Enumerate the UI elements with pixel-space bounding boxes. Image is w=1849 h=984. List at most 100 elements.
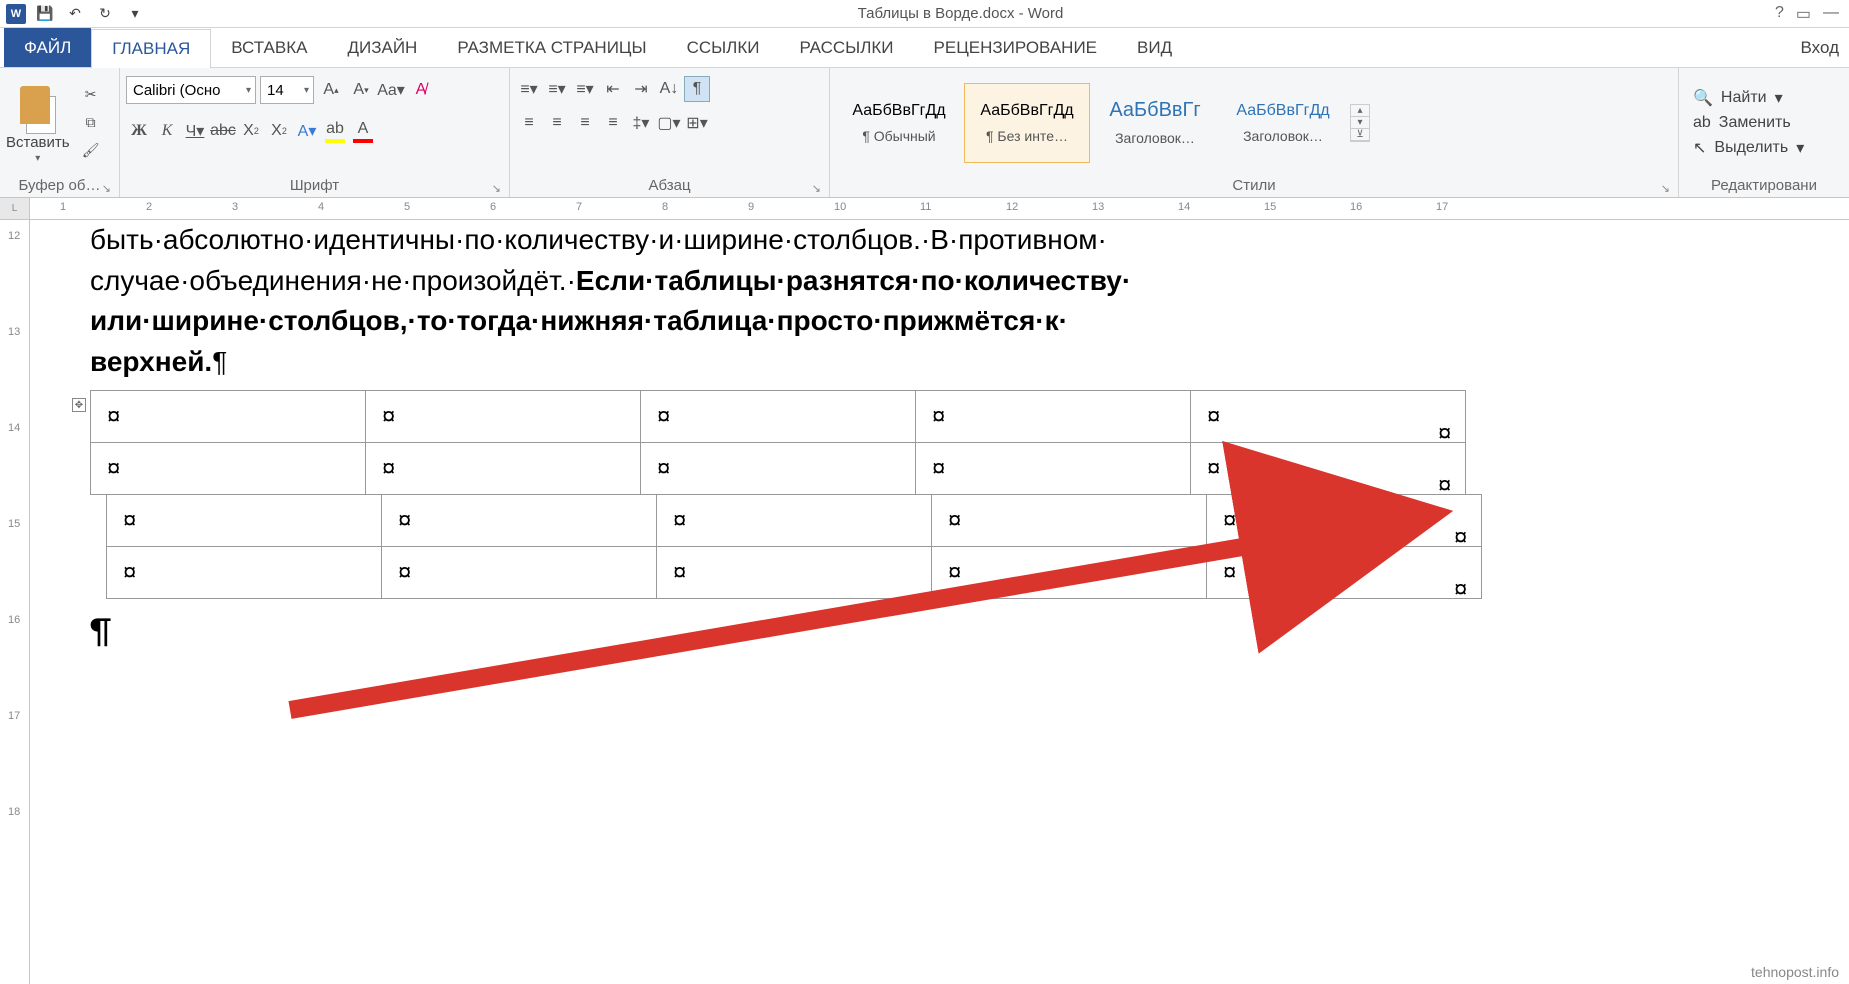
select-button[interactable]: ↖Выделить ▾	[1693, 138, 1804, 158]
group-styles: АаБбВвГгДд ¶ Обычный АаБбВвГгДд ¶ Без ин…	[830, 68, 1679, 197]
strikethrough-button[interactable]: abc	[210, 118, 236, 144]
table-cell[interactable]: ¤	[107, 547, 382, 599]
table-cell[interactable]: ¤	[916, 391, 1191, 443]
tab-page-layout[interactable]: РАЗМЕТКА СТРАНИЦЫ	[437, 28, 666, 67]
cut-icon[interactable]: ✂	[80, 84, 102, 106]
borders-icon[interactable]: ⊞▾	[684, 110, 710, 136]
table-2[interactable]: ¤ ¤ ¤ ¤ ¤ ¤ ¤ ¤ ¤ ¤	[106, 494, 1482, 599]
table-cell[interactable]: ¤	[366, 443, 641, 495]
styles-more-icon[interactable]: ⊻	[1351, 129, 1369, 141]
minimize-icon[interactable]: —	[1823, 4, 1839, 24]
tab-references[interactable]: ССЫЛКИ	[667, 28, 780, 67]
find-button[interactable]: 🔍Найти ▾	[1693, 88, 1804, 108]
table-cell[interactable]: ¤	[382, 547, 657, 599]
decrease-indent-icon[interactable]: ⇤	[600, 76, 626, 102]
format-painter-icon[interactable]: 🖌	[80, 140, 102, 162]
styles-down-icon[interactable]: ▾	[1351, 117, 1369, 129]
table-cell[interactable]: ¤	[657, 495, 932, 547]
align-center-icon[interactable]: ≡	[544, 110, 570, 136]
style-preview: АаБбВвГгДд	[1236, 102, 1329, 120]
document-area: 12131415161718 быть·абсолютно·идентичны·…	[0, 220, 1849, 984]
document-page[interactable]: быть·абсолютно·идентичны·по·количеству·и…	[30, 220, 1849, 984]
styles-scroll[interactable]: ▴ ▾ ⊻	[1350, 104, 1370, 142]
copy-icon[interactable]: ⧉	[80, 112, 102, 134]
tab-home[interactable]: ГЛАВНАЯ	[91, 29, 211, 68]
table-cell[interactable]: ¤	[1191, 391, 1466, 443]
style-heading2[interactable]: АаБбВвГгДд Заголовок…	[1220, 83, 1346, 163]
bold-button[interactable]: Ж	[126, 118, 152, 144]
style-normal[interactable]: АаБбВвГгДд ¶ Обычный	[836, 83, 962, 163]
redo-icon[interactable]: ↻	[94, 3, 116, 25]
sign-in-link[interactable]: Вход	[1801, 28, 1849, 67]
table-cell[interactable]: ¤	[641, 391, 916, 443]
style-preview: АаБбВвГгДд	[980, 102, 1073, 120]
tab-review[interactable]: РЕЦЕНЗИРОВАНИЕ	[914, 28, 1118, 67]
table-cell[interactable]: ¤	[366, 391, 641, 443]
grow-font-icon[interactable]: A▴	[318, 77, 344, 103]
tab-insert[interactable]: ВСТАВКА	[211, 28, 327, 67]
numbering-icon[interactable]: ≡▾	[544, 76, 570, 102]
clear-formatting-icon[interactable]: A̸	[408, 77, 434, 103]
subscript-button[interactable]: X2	[238, 118, 264, 144]
style-heading1[interactable]: АаБбВвГг Заголовок…	[1092, 83, 1218, 163]
help-icon[interactable]: ?	[1775, 4, 1784, 24]
text-effects-icon[interactable]: A▾	[294, 118, 320, 144]
table-cell[interactable]: ¤	[657, 547, 932, 599]
save-icon[interactable]: 💾	[34, 3, 56, 25]
ribbon-display-icon[interactable]: ▭	[1796, 4, 1811, 24]
align-right-icon[interactable]: ≡	[572, 110, 598, 136]
table-cell[interactable]: ¤	[1207, 547, 1482, 599]
watermark: tehnopost.info	[1751, 964, 1839, 980]
shading-icon[interactable]: ▢▾	[656, 110, 682, 136]
horizontal-ruler[interactable]: L 1234567891011121314151617	[0, 198, 1849, 220]
doc-paragraph: быть·абсолютно·идентичны·по·количеству·и…	[90, 220, 1789, 382]
styles-up-icon[interactable]: ▴	[1351, 105, 1369, 117]
highlight-color-icon[interactable]: ab	[322, 118, 348, 144]
shrink-font-icon[interactable]: A▾	[348, 77, 374, 103]
table-cell[interactable]: ¤	[1191, 443, 1466, 495]
tab-view[interactable]: ВИД	[1117, 28, 1192, 67]
font-launcher-icon[interactable]: ↘	[492, 182, 501, 195]
tab-file[interactable]: ФАЙЛ	[4, 28, 91, 67]
superscript-button[interactable]: X2	[266, 118, 292, 144]
table-cell[interactable]: ¤	[641, 443, 916, 495]
justify-icon[interactable]: ≡	[600, 110, 626, 136]
replace-button[interactable]: abЗаменить	[1693, 114, 1804, 132]
table-1[interactable]: ¤ ¤ ¤ ¤ ¤ ¤ ¤ ¤ ¤ ¤	[90, 390, 1466, 495]
table-cell[interactable]: ¤	[91, 443, 366, 495]
sort-icon[interactable]: A↓	[656, 76, 682, 102]
table-cell[interactable]: ¤	[91, 391, 366, 443]
table-cell[interactable]: ¤	[107, 495, 382, 547]
change-case-icon[interactable]: Aa▾	[378, 77, 404, 103]
table-cell[interactable]: ¤	[1207, 495, 1482, 547]
underline-button[interactable]: Ч▾	[182, 118, 208, 144]
table-cell[interactable]: ¤	[382, 495, 657, 547]
font-name-combo[interactable]: Calibri (Осно	[126, 76, 256, 104]
vertical-ruler[interactable]: 12131415161718	[0, 220, 30, 984]
clipboard-launcher-icon[interactable]: ↘	[102, 182, 111, 195]
line-spacing-icon[interactable]: ‡▾	[628, 110, 654, 136]
qat-customize-icon[interactable]: ▾	[124, 3, 146, 25]
tab-mailings[interactable]: РАССЫЛКИ	[779, 28, 913, 67]
paste-button[interactable]: Вставить ▾	[6, 82, 70, 164]
bullets-icon[interactable]: ≡▾	[516, 76, 542, 102]
increase-indent-icon[interactable]: ⇥	[628, 76, 654, 102]
table-cell[interactable]: ¤	[932, 495, 1207, 547]
align-left-icon[interactable]: ≡	[516, 110, 542, 136]
undo-icon[interactable]: ↶	[64, 3, 86, 25]
table-cell[interactable]: ¤	[932, 547, 1207, 599]
multilevel-list-icon[interactable]: ≡▾	[572, 76, 598, 102]
styles-launcher-icon[interactable]: ↘	[1661, 182, 1670, 195]
italic-button[interactable]: К	[154, 118, 180, 144]
title-bar: W 💾 ↶ ↻ ▾ Таблицы в Ворде.docx - Word ? …	[0, 0, 1849, 28]
style-no-spacing[interactable]: АаБбВвГгДд ¶ Без инте…	[964, 83, 1090, 163]
table-cell[interactable]: ¤	[916, 443, 1191, 495]
word-app-icon[interactable]: W	[6, 4, 26, 24]
table-move-handle[interactable]: ✥	[72, 398, 86, 412]
title-right-controls: ? ▭ —	[1775, 4, 1849, 24]
font-size-combo[interactable]: 14	[260, 76, 314, 104]
show-marks-icon[interactable]: ¶	[684, 76, 710, 102]
tab-design[interactable]: ДИЗАЙН	[327, 28, 437, 67]
font-color-icon[interactable]: A	[350, 118, 376, 144]
paragraph-launcher-icon[interactable]: ↘	[812, 182, 821, 195]
